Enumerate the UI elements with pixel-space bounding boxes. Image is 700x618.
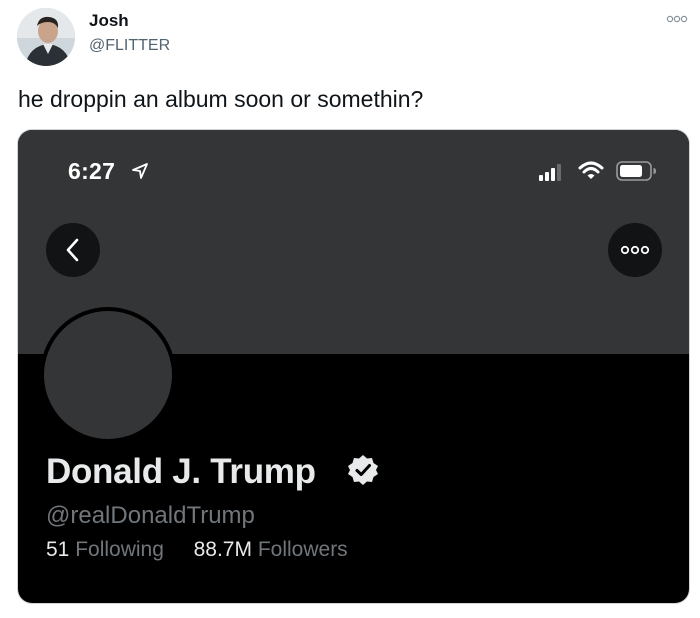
verified-badge-icon <box>346 453 380 487</box>
profile-display-name: Donald J. Trump <box>46 452 316 491</box>
author-photo <box>17 8 75 66</box>
followers-label: Followers <box>257 538 348 561</box>
wifi-icon <box>578 161 604 181</box>
author-avatar[interactable] <box>17 8 75 66</box>
profile-stats: 51 Following 88.7M Followers <box>46 538 348 562</box>
following-count: 51 <box>46 538 70 561</box>
battery-icon <box>616 160 658 182</box>
status-bar-time: 6:27 <box>68 158 116 184</box>
embedded-screenshot[interactable]: 6:27 Donald J. Trump @realDonaldTrump 51… <box>18 130 689 603</box>
author-handle[interactable]: @FLITTER <box>89 37 170 55</box>
tweet-text: he droppin an album soon or somethin? <box>18 86 424 112</box>
followers-link[interactable]: 88.7M Followers <box>194 538 348 561</box>
location-arrow-icon <box>131 162 149 180</box>
following-label: Following <box>75 538 164 561</box>
chevron-left-icon <box>66 238 79 262</box>
back-button[interactable] <box>46 223 100 277</box>
profile-more-button[interactable] <box>608 223 662 277</box>
more-dots-icon <box>620 245 650 255</box>
profile-avatar[interactable] <box>40 307 176 443</box>
following-link[interactable]: 51 Following <box>46 538 170 561</box>
followers-count: 88.7M <box>193 538 252 561</box>
cellular-signal-icon <box>539 163 565 181</box>
profile-handle: @realDonaldTrump <box>46 502 255 529</box>
author-name[interactable]: Josh <box>89 11 129 31</box>
more-dots-icon[interactable] <box>666 12 688 26</box>
